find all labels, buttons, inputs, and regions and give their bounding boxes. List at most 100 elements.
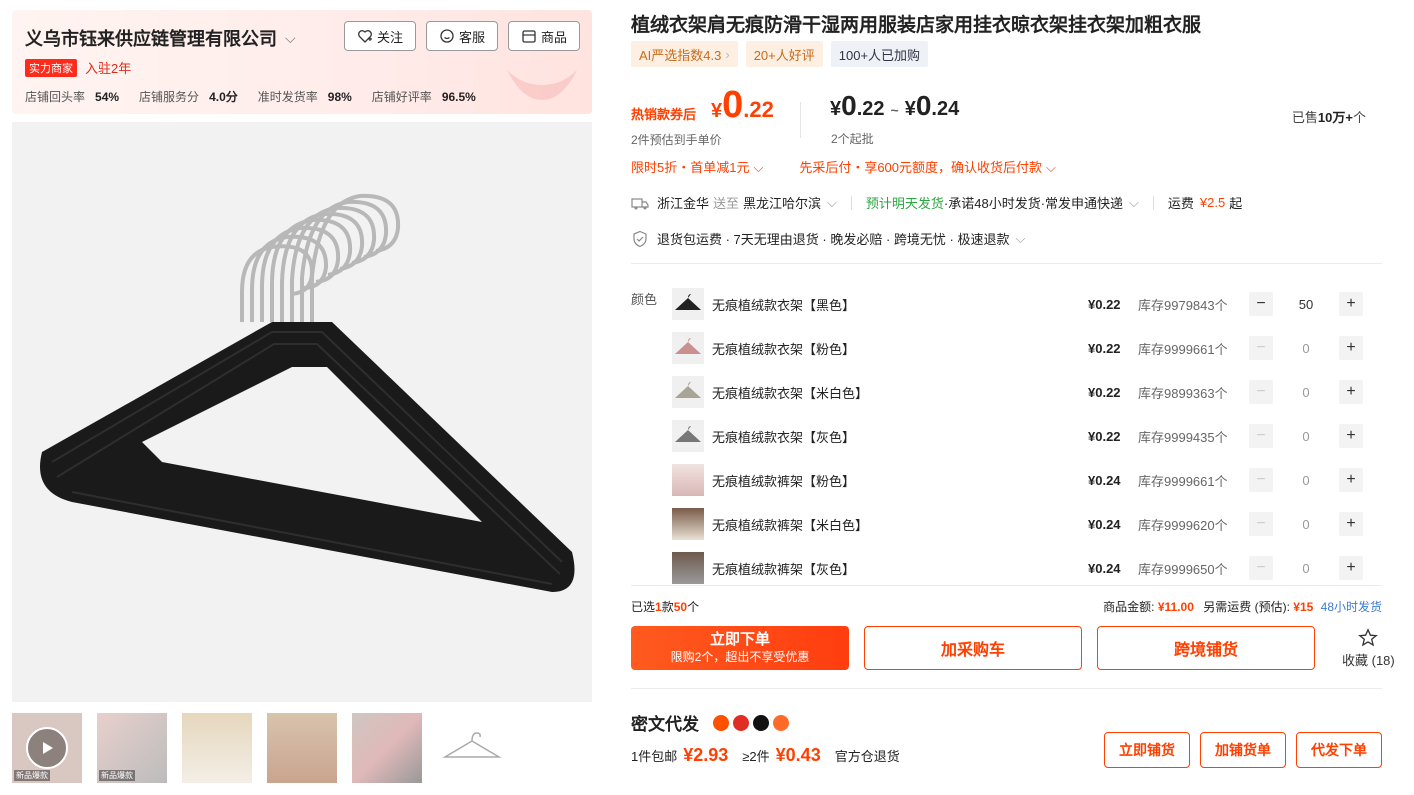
- sku-row: 无痕植绒款衣架【粉色】 ¥0.22 库存9999661个 − 0 +: [672, 326, 1382, 370]
- main-product-image[interactable]: [12, 122, 592, 702]
- increment-button[interactable]: +: [1339, 380, 1363, 404]
- add-cart-button[interactable]: 加采购车: [864, 626, 1082, 670]
- hot-price: ¥0.22: [711, 84, 774, 126]
- shop-name[interactable]: 义乌市钰来供应链管理有限公司: [25, 25, 277, 51]
- good-review-tag: 20+人好评: [745, 41, 823, 67]
- two-piece-price: ¥0.43: [775, 745, 821, 765]
- sku-price: ¥0.22: [1088, 296, 1121, 312]
- quantity-input[interactable]: 0: [1273, 517, 1339, 532]
- ai-score-tag[interactable]: AI严选指数4.3 ›: [631, 41, 738, 67]
- sku-stock: 库存9999661个: [1138, 341, 1228, 357]
- increment-button[interactable]: +: [1339, 556, 1363, 580]
- divider: [631, 688, 1382, 689]
- decrement-button[interactable]: −: [1249, 424, 1273, 448]
- thumbnail-5[interactable]: [352, 713, 422, 783]
- sku-thumbnail[interactable]: [672, 288, 704, 320]
- services-row[interactable]: 退货包运费 · 7天无理由退货 · 晚发必赔 · 跨境无忧 · 极速退款 ⌵: [631, 229, 1025, 248]
- sku-stock: 库存9999620个: [1138, 517, 1228, 533]
- shop-actions: 关注 客服 商品: [343, 21, 580, 51]
- thumbnail-4[interactable]: [267, 713, 337, 783]
- platform-icons: [713, 714, 789, 731]
- chevron-down-icon[interactable]: ⌵: [1015, 231, 1025, 247]
- customer-service-button[interactable]: 客服: [425, 21, 498, 51]
- thumbnail-3[interactable]: [182, 713, 252, 783]
- ship-from: 浙江金华: [657, 196, 710, 211]
- thumbnail-2[interactable]: 新品爆款: [97, 713, 167, 783]
- buy-now-button[interactable]: 立即下单 限购2个，超出不享受优惠: [631, 626, 849, 670]
- chevron-down-icon[interactable]: ⌵: [285, 30, 296, 47]
- action-buttons: 立即下单 限购2个，超出不享受优惠 加采购车 跨境铺货 收藏 (18): [631, 626, 1395, 670]
- sku-thumbnail[interactable]: [672, 508, 704, 540]
- increment-button[interactable]: +: [1339, 424, 1363, 448]
- chevron-down-icon[interactable]: ⌵: [1129, 195, 1139, 211]
- ship-to-word: 送至: [713, 196, 740, 211]
- douyin-icon: [753, 714, 769, 731]
- quantity-stepper: − 0 +: [1249, 380, 1363, 404]
- cross-border-button[interactable]: 跨境铺货: [1097, 626, 1315, 670]
- star-icon: [1358, 627, 1379, 646]
- list-now-button[interactable]: 立即铺货: [1104, 732, 1190, 768]
- increment-button[interactable]: +: [1339, 336, 1363, 360]
- follow-button[interactable]: 关注: [343, 21, 416, 51]
- pay-later-promo[interactable]: 先采后付・享600元额度，确认收货后付款 ⌵: [799, 157, 1056, 176]
- decrement-button[interactable]: −: [1249, 292, 1273, 316]
- favorite-button[interactable]: 收藏 (18): [1342, 627, 1395, 669]
- sku-thumbnail[interactable]: [672, 332, 704, 364]
- sku-price: ¥0.22: [1088, 340, 1121, 356]
- chevron-down-icon[interactable]: ⌵: [827, 195, 837, 211]
- increment-button[interactable]: +: [1339, 468, 1363, 492]
- stat-ontime: 准时发货率 98%: [257, 90, 352, 104]
- dropship-order-button[interactable]: 代发下单: [1296, 732, 1382, 768]
- store-icon: [522, 30, 536, 43]
- shop-name-row[interactable]: 义乌市钰来供应链管理有限公司 ⌵: [25, 25, 296, 51]
- decrement-button[interactable]: −: [1249, 380, 1273, 404]
- thumbnail-6[interactable]: [437, 713, 507, 783]
- quantity-input[interactable]: 0: [1273, 473, 1339, 488]
- shop-decoration-icon: [507, 70, 577, 100]
- sku-thumbnail[interactable]: [672, 552, 704, 584]
- selected-count: 已选1款50个: [631, 600, 700, 614]
- quantity-input[interactable]: 50: [1273, 297, 1339, 312]
- sku-thumbnail[interactable]: [672, 464, 704, 496]
- product-title: 植绒衣架肩无痕防滑干湿两用服装店家用挂衣晾衣架挂衣架加粗衣服: [631, 15, 1202, 36]
- increment-button[interactable]: +: [1339, 512, 1363, 536]
- quantity-input[interactable]: 0: [1273, 341, 1339, 356]
- promo-row: 限时5折・首单减1元 ⌵ 先采后付・享600元额度，确认收货后付款 ⌵: [631, 157, 1056, 176]
- sku-name: 无痕植绒款裤架【粉色】: [712, 473, 856, 489]
- sku-row: 无痕植绒款裤架【灰色】 ¥0.24 库存9999650个 − 0 +: [672, 546, 1382, 590]
- quantity-input[interactable]: 0: [1273, 429, 1339, 444]
- hanger-illustration: [12, 122, 592, 702]
- quantity-input[interactable]: 0: [1273, 561, 1339, 576]
- quantity-stepper: − 0 +: [1249, 336, 1363, 360]
- increment-button[interactable]: +: [1339, 292, 1363, 316]
- min-order: 2个起批: [831, 132, 874, 146]
- quantity-stepper: − 0 +: [1249, 468, 1363, 492]
- add-list-button[interactable]: 加铺货单: [1200, 732, 1286, 768]
- decrement-button[interactable]: −: [1249, 556, 1273, 580]
- sku-thumbnail[interactable]: [672, 420, 704, 452]
- quantity-stepper: − 0 +: [1249, 512, 1363, 536]
- sku-thumbnail[interactable]: [672, 376, 704, 408]
- sku-list: 无痕植绒款衣架【黑色】 ¥0.22 库存9979843个 − 50 + 无痕植绒…: [672, 282, 1382, 590]
- thumbnail-video[interactable]: 新品爆款: [12, 713, 82, 783]
- chevron-down-icon: ⌵: [1046, 160, 1056, 175]
- decrement-button[interactable]: −: [1249, 468, 1273, 492]
- ship-to[interactable]: 黑龙江哈尔滨: [743, 193, 821, 212]
- decrement-button[interactable]: −: [1249, 336, 1273, 360]
- quantity-input[interactable]: 0: [1273, 385, 1339, 400]
- dropship-buttons: 立即铺货 加铺货单 代发下单: [1104, 732, 1382, 768]
- color-label: 颜色: [631, 292, 658, 307]
- goods-button[interactable]: 商品: [507, 21, 580, 51]
- quantity-stepper: − 50 +: [1249, 292, 1363, 316]
- heart-plus-icon: [358, 30, 372, 43]
- play-icon[interactable]: [26, 727, 68, 769]
- decrement-button[interactable]: −: [1249, 512, 1273, 536]
- sku-row: 无痕植绒款裤架【粉色】 ¥0.24 库存9999661个 − 0 +: [672, 458, 1382, 502]
- sku-row: 无痕植绒款衣架【黑色】 ¥0.22 库存9979843个 − 50 +: [672, 282, 1382, 326]
- discount-promo[interactable]: 限时5折・首单减1元 ⌵: [631, 157, 763, 176]
- stat-service: 店铺服务分 4.0分: [139, 90, 238, 104]
- sold-count: 已售10万+个: [1291, 110, 1366, 125]
- fee-value: ¥2.5: [1199, 195, 1226, 210]
- shop-badge-row: 实力商家 入驻2年: [25, 58, 131, 77]
- divider: [1152, 195, 1154, 210]
